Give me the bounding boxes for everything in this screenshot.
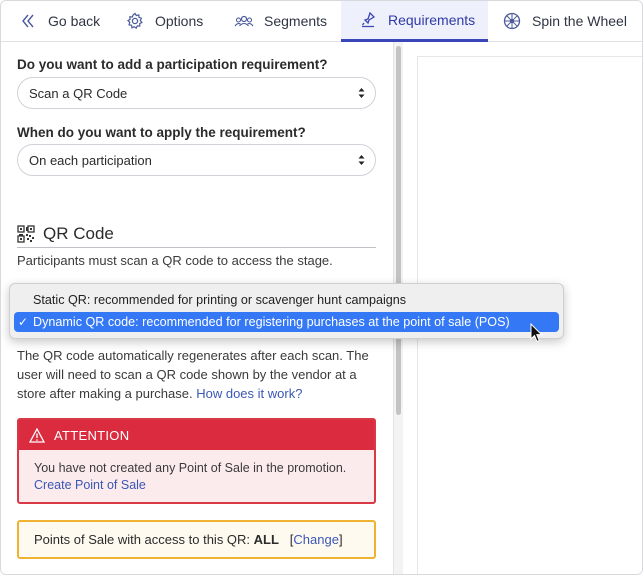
qr-explanation-text: The QR code automatically regenerates af… <box>17 348 369 401</box>
pos-bracket-close: ] <box>338 532 343 547</box>
alert-header: ATTENTION <box>19 420 374 450</box>
tab-options[interactable]: Options <box>125 1 203 41</box>
app-window: Go back Options Segments Requirements Sp… <box>0 0 643 575</box>
qr-code-icon <box>17 224 35 243</box>
qr-explanation: The QR code automatically regenerates af… <box>17 346 379 403</box>
go-back-button[interactable]: Go back <box>18 1 100 41</box>
alert-body: You have not created any Point of Sale i… <box>19 450 374 504</box>
pos-bracket-open: [ <box>278 532 294 547</box>
option-label: Dynamic QR code: recommended for registe… <box>33 315 510 329</box>
chevron-left-double-icon <box>18 11 38 31</box>
apply-timing-select[interactable]: On each participation <box>17 144 376 176</box>
gear-icon <box>125 11 145 31</box>
tab-requirements[interactable]: Requirements <box>341 1 488 42</box>
qr-type-dropdown: Static QR: recommended for printing or s… <box>9 283 564 339</box>
checkmark-icon: ✓ <box>18 315 29 329</box>
change-link[interactable]: Change <box>293 532 339 547</box>
dropdown-option-dynamic-qr[interactable]: ✓ Dynamic QR code: recommended for regis… <box>14 312 559 332</box>
dropdown-option-static-qr[interactable]: Static QR: recommended for printing or s… <box>14 290 559 310</box>
tab-requirements-label: Requirements <box>388 12 476 28</box>
tab-spin-the-wheel[interactable]: Spin the Wheel <box>502 1 627 41</box>
attention-alert: ATTENTION You have not created any Point… <box>17 418 376 504</box>
go-back-label: Go back <box>48 13 101 29</box>
alert-message: You have not created any Point of Sale i… <box>34 461 347 475</box>
apply-question-label: When do you want to apply the requiremen… <box>17 125 306 140</box>
requirement-question-label: Do you want to add a participation requi… <box>17 57 328 72</box>
mouse-pointer-icon <box>530 322 543 343</box>
stamp-icon <box>358 10 378 30</box>
create-point-of-sale-link[interactable]: Create Point of Sale <box>34 478 146 492</box>
qr-section-header: QR Code <box>17 220 376 248</box>
scrollbar-thumb[interactable] <box>396 46 401 415</box>
tab-spin-label: Spin the Wheel <box>532 13 627 29</box>
tab-segments-label: Segments <box>264 13 328 29</box>
alert-title: ATTENTION <box>54 427 130 443</box>
apply-timing-value: On each participation <box>29 152 152 168</box>
how-does-it-work-link[interactable]: How does it work? <box>196 386 302 401</box>
qr-section-title: QR Code <box>43 223 114 243</box>
qr-description: Participants must scan a QR code to acce… <box>17 253 333 268</box>
wheel-icon <box>502 11 522 31</box>
users-group-icon <box>234 11 254 31</box>
select-arrows-icon <box>358 154 365 166</box>
option-label: Static QR: recommended for printing or s… <box>33 293 407 307</box>
pos-value: ALL <box>253 532 279 547</box>
points-of-sale-box: Points of Sale with access to this QR: A… <box>17 520 376 559</box>
pos-label: Points of Sale with access to this QR: <box>34 532 254 547</box>
tab-options-label: Options <box>155 13 204 29</box>
select-arrows-icon <box>358 87 365 99</box>
tab-segments[interactable]: Segments <box>234 1 327 41</box>
requirement-type-select[interactable]: Scan a QR Code <box>17 77 376 109</box>
warning-triangle-icon <box>28 427 46 443</box>
requirement-type-value: Scan a QR Code <box>29 85 128 101</box>
top-nav: Go back Options Segments Requirements Sp… <box>1 1 642 42</box>
